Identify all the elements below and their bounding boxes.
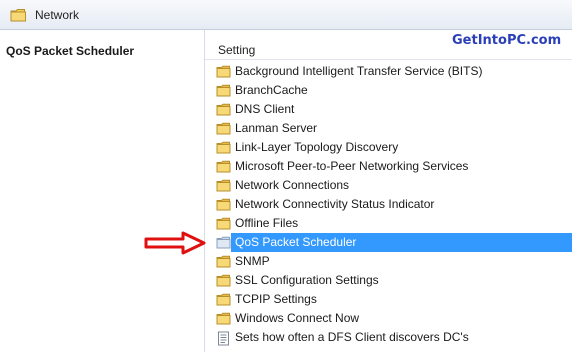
list-item-selected[interactable]: QoS Packet Scheduler (205, 233, 572, 252)
list-item-label: Microsoft Peer-to-Peer Networking Servic… (235, 159, 469, 173)
list-item-label: Background Intelligent Transfer Service … (235, 64, 483, 78)
folder-icon (216, 312, 231, 328)
settings-list-pane: Setting GetIntoPC.com Background Intelli… (205, 30, 572, 352)
watermark-text: GetIntoPC.com (452, 33, 562, 48)
folder-icon (216, 274, 231, 290)
list-item[interactable]: SNMP (205, 252, 572, 271)
folder-icon (216, 122, 231, 138)
list-item-label: TCPIP Settings (235, 292, 317, 306)
list-item[interactable]: Offline Files (205, 214, 572, 233)
folder-icon (216, 103, 231, 119)
list-item-label: DNS Client (235, 102, 295, 116)
list-item[interactable]: Network Connectivity Status Indicator (205, 195, 572, 214)
list-item[interactable]: Microsoft Peer-to-Peer Networking Servic… (205, 157, 572, 176)
policy-setting-icon (216, 331, 230, 349)
list-item[interactable]: TCPIP Settings (205, 290, 572, 309)
list-item-label: Network Connectivity Status Indicator (235, 197, 435, 211)
folder-icon (216, 160, 231, 176)
folder-icon (216, 84, 231, 100)
list-item-label: SSL Configuration Settings (235, 273, 379, 287)
list-item[interactable]: Lanman Server (205, 119, 572, 138)
list-item-label: Offline Files (235, 216, 299, 230)
list-item-label: BranchCache (235, 83, 308, 97)
red-arrow-annotation (144, 231, 206, 255)
selected-node-title: QoS Packet Scheduler (6, 44, 135, 58)
list-item[interactable]: SSL Configuration Settings (205, 271, 572, 290)
folder-icon (216, 198, 231, 214)
list-item[interactable]: Windows Connect Now (205, 309, 572, 328)
description-pane: QoS Packet Scheduler (0, 30, 205, 352)
list-item-label: Network Connections (235, 178, 350, 192)
setting-column-label: Setting (218, 43, 256, 57)
folder-icon (10, 9, 26, 22)
list-item[interactable]: Link-Layer Topology Discovery (205, 138, 572, 157)
list-item[interactable]: DNS Client (205, 100, 572, 119)
folder-icon (216, 236, 231, 252)
list-item-label: Link-Layer Topology Discovery (235, 140, 399, 154)
folder-icon (216, 217, 231, 233)
folder-icon (216, 293, 231, 309)
list-item[interactable]: Background Intelligent Transfer Service … (205, 62, 572, 81)
folder-icon (216, 65, 231, 81)
folder-icon (216, 255, 231, 271)
list-item[interactable]: Network Connections (205, 176, 572, 195)
list-item-label: Windows Connect Now (235, 311, 360, 325)
list-item[interactable]: Sets how often a DFS Client discovers DC… (205, 328, 572, 347)
breadcrumb-label[interactable]: Network (35, 8, 79, 22)
list-item[interactable]: BranchCache (205, 81, 572, 100)
list-item-label: SNMP (235, 254, 270, 268)
list-item-label: QoS Packet Scheduler (235, 235, 357, 249)
folder-icon (216, 179, 231, 195)
folder-icon (216, 141, 231, 157)
list-item-label: Lanman Server (235, 121, 318, 135)
breadcrumb-bar: Network (0, 0, 572, 30)
list-item-label: Sets how often a DFS Client discovers DC… (235, 330, 469, 344)
